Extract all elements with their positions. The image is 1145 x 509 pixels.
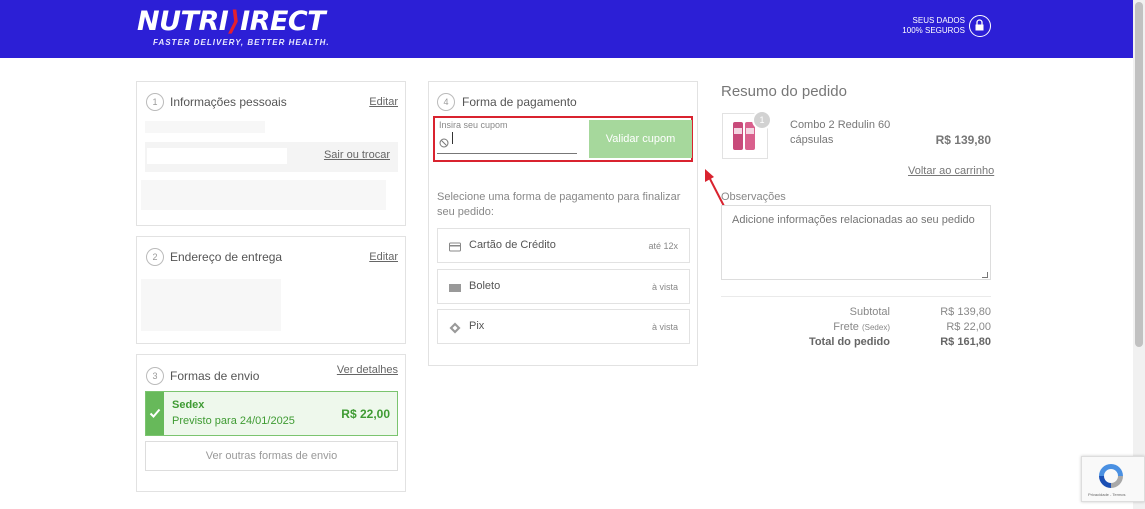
payment-term: até 12x [648, 241, 678, 251]
shipping-cost-label: Frete (Sedex) [833, 321, 890, 333]
validate-coupon-button[interactable]: Validar cupom [589, 120, 692, 158]
site-header: NUTRI⟩IRECT FASTER DELIVERY, BETTER HEAL… [0, 0, 1133, 58]
text-cursor [452, 132, 453, 144]
edit-personal-link[interactable]: Editar [369, 96, 398, 108]
resize-handle-icon[interactable] [982, 272, 988, 278]
divider [721, 296, 991, 297]
payment-option-credit-card[interactable]: Cartão de Crédito até 12x [437, 228, 690, 263]
notes-textarea[interactable] [721, 205, 991, 280]
logo-wordmark: NUTRI⟩IRECT [137, 6, 326, 37]
payment-name: Boleto [469, 280, 501, 292]
shipping-methods-panel: 3 Formas de envio Ver detalhes Sedex Pre… [136, 354, 406, 492]
redacted-address [141, 279, 281, 331]
nutridirect-logo[interactable]: NUTRI⟩IRECT FASTER DELIVERY, BETTER HEAL… [137, 6, 347, 48]
shipping-eta: Previsto para 24/01/2025 [172, 415, 295, 427]
shipping-name: Sedex [172, 399, 205, 411]
payment-name: Cartão de Crédito [469, 239, 556, 251]
subtotal-value: R$ 139,80 [940, 306, 991, 318]
other-shipping-button[interactable]: Ver outras formas de envio [145, 441, 398, 471]
lock-icon [969, 15, 991, 37]
step-number: 1 [146, 93, 164, 111]
coupon-label: Insira seu cupom [439, 120, 508, 130]
quantity-badge: 1 [752, 110, 772, 130]
subtotal-label: Subtotal [849, 306, 890, 318]
step-number: 4 [437, 93, 455, 111]
product-price: R$ 139,80 [935, 133, 991, 147]
secure-data-badge: SEUS DADOS 100% SEGUROS [902, 15, 995, 39]
redacted-details [141, 180, 386, 210]
recaptcha-badge[interactable]: Privacidade - Termos [1081, 456, 1145, 502]
total-label: Total do pedido [808, 336, 890, 348]
check-icon [146, 392, 164, 435]
coupon-icon [439, 135, 449, 148]
panel-title: Endereço de entrega [170, 250, 283, 264]
payment-term: à vista [651, 282, 678, 292]
redacted-email [145, 121, 265, 133]
recaptcha-icon [1099, 464, 1123, 488]
coupon-highlight: Insira seu cupom Validar cupom [433, 116, 693, 162]
product-name: Combo 2 Redulin 60 cápsulas [790, 119, 891, 146]
edit-address-link[interactable]: Editar [369, 251, 398, 263]
order-summary-title: Resumo do pedido [721, 83, 847, 100]
delivery-address-panel: 2 Endereço de entrega Editar [136, 236, 406, 344]
secure-text: SEUS DADOS 100% SEGUROS [902, 16, 965, 35]
subtotal-row: Subtotal R$ 139,80 [721, 306, 991, 320]
shipping-option-sedex[interactable]: Sedex Previsto para 24/01/2025 R$ 22,00 [145, 391, 398, 436]
back-to-cart-link[interactable]: Voltar ao carrinho [908, 165, 994, 177]
payment-name: Pix [469, 320, 485, 332]
shipping-cost-value: R$ 22,00 [946, 321, 991, 333]
pix-icon [449, 321, 461, 334]
account-row: Sair ou trocar [145, 142, 398, 172]
payment-option-pix[interactable]: Pix à vista [437, 309, 690, 344]
logout-link[interactable]: Sair ou trocar [324, 149, 390, 161]
panel-title: Formas de envio [170, 369, 260, 383]
shipping-details-link[interactable]: Ver detalhes [337, 364, 398, 376]
barcode-icon [449, 281, 461, 293]
payment-option-boleto[interactable]: Boleto à vista [437, 269, 690, 304]
step-number: 2 [146, 248, 164, 266]
credit-card-icon [449, 240, 461, 252]
recaptcha-text[interactable]: Privacidade - Termos [1088, 492, 1126, 497]
scrollbar-thumb[interactable] [1135, 2, 1143, 347]
notes-label: Observações [721, 191, 786, 203]
payment-intro: Selecione uma forma de pagamento para fi… [437, 191, 681, 218]
page-scrollbar[interactable] [1133, 0, 1145, 509]
panel-title: Informações pessoais [170, 95, 287, 109]
coupon-input[interactable] [437, 132, 577, 154]
shipping-row: Frete (Sedex) R$ 22,00 [721, 321, 991, 335]
payment-term: à vista [651, 322, 678, 332]
payment-panel: 4 Forma de pagamento Insira seu cupom Va… [428, 81, 698, 366]
step-number: 3 [146, 367, 164, 385]
total-row: Total do pedido R$ 161,80 [721, 336, 991, 350]
personal-info-panel: 1 Informações pessoais Editar Sair ou tr… [136, 81, 406, 226]
shipping-price: R$ 22,00 [341, 407, 390, 421]
total-value: R$ 161,80 [940, 336, 991, 348]
redacted-name [147, 148, 287, 164]
panel-title: Forma de pagamento [462, 95, 577, 109]
logo-tagline: FASTER DELIVERY, BETTER HEALTH. [153, 38, 330, 47]
